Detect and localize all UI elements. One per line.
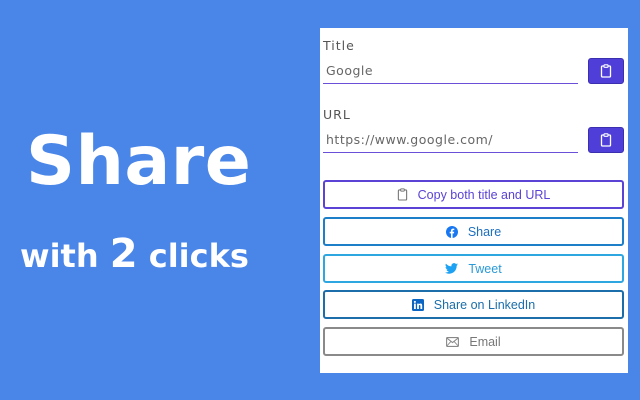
copy-both-button[interactable]: Copy both title and URL xyxy=(323,180,624,209)
promo-subtitle-prefix: with xyxy=(20,237,99,275)
share-panel: Title URL Copy both title and URL xyxy=(320,28,628,373)
clipboard-icon xyxy=(397,188,408,201)
title-field[interactable] xyxy=(323,58,578,84)
copy-both-label: Copy both title and URL xyxy=(417,187,551,202)
tweet-label: Tweet xyxy=(468,261,502,276)
clipboard-icon xyxy=(600,64,612,78)
share-label: Share xyxy=(467,224,502,239)
promo-subtitle: with 2 clicks xyxy=(20,234,249,274)
linkedin-label: Share on LinkedIn xyxy=(433,297,536,312)
facebook-share-button[interactable]: Share xyxy=(323,217,624,246)
promo-subtitle-number: 2 xyxy=(109,231,138,277)
tweet-button[interactable]: Tweet xyxy=(323,254,624,283)
email-label: Email xyxy=(469,334,501,349)
linkedin-share-button[interactable]: Share on LinkedIn xyxy=(323,290,624,319)
copy-url-button[interactable] xyxy=(588,127,624,153)
url-field[interactable] xyxy=(323,127,578,153)
facebook-icon xyxy=(445,225,458,238)
url-label: URL xyxy=(323,107,351,122)
linkedin-icon xyxy=(411,298,424,311)
title-label: Title xyxy=(323,38,355,53)
envelope-icon xyxy=(446,336,460,347)
promo-subtitle-suffix: clicks xyxy=(148,237,249,275)
twitter-icon xyxy=(445,263,459,274)
promo-banner: Share with 2 clicks xyxy=(0,0,320,400)
email-button[interactable]: Email xyxy=(323,327,624,356)
copy-title-button[interactable] xyxy=(588,58,624,84)
promo-title: Share xyxy=(26,122,252,201)
clipboard-icon xyxy=(600,133,612,147)
